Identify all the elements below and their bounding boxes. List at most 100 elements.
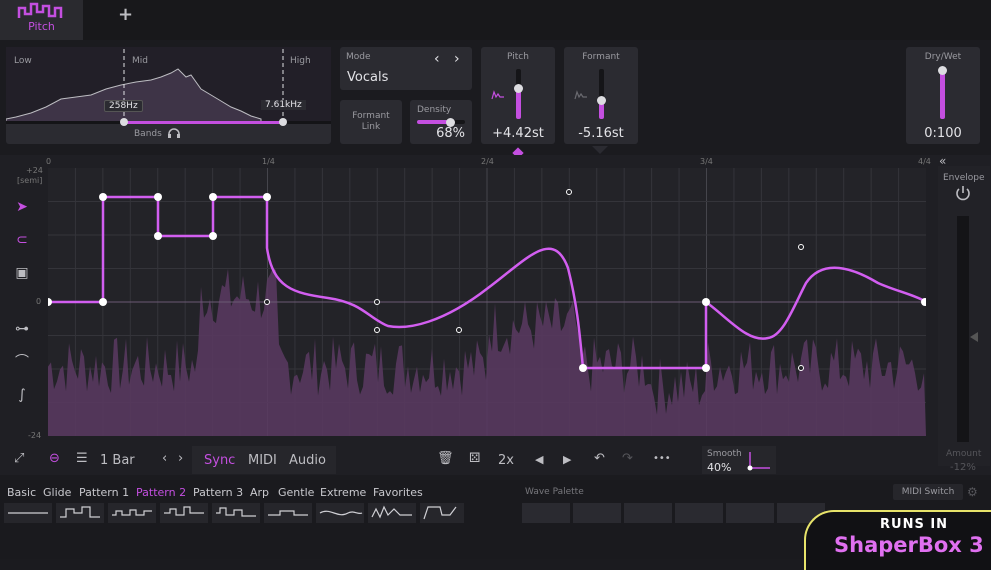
formant-caret-indicator <box>592 146 608 154</box>
s-curve-tool-icon[interactable]: ∫ <box>11 384 33 406</box>
curve-node[interactable] <box>99 298 107 306</box>
curve-node[interactable] <box>209 193 217 201</box>
formant-panel: Formant -5.16st <box>564 47 638 144</box>
amount-pointer-icon <box>970 332 978 342</box>
preset-category[interactable]: Arp <box>250 486 269 499</box>
pointer-tool-icon[interactable]: ➤ <box>11 196 33 218</box>
formant-shape-icon <box>574 90 587 100</box>
mode-panel: Mode Vocals ‹ › <box>340 47 472 90</box>
preset-thumb[interactable] <box>368 503 416 523</box>
preset-category[interactable]: Favorites <box>373 486 423 499</box>
curve-handle[interactable] <box>264 299 270 305</box>
envelope-label: Envelope <box>943 173 985 183</box>
shape-canvas[interactable] <box>48 168 926 436</box>
tab-pitch[interactable]: Pitch <box>0 0 83 40</box>
curve-handle[interactable] <box>798 244 804 250</box>
y-unit-label: [semi] <box>17 176 43 185</box>
pitch-slider-knob[interactable] <box>514 84 523 93</box>
shift-left-icon[interactable]: ◀ <box>535 453 543 466</box>
curve-node[interactable] <box>263 193 271 201</box>
add-tab-button[interactable]: + <box>118 4 133 25</box>
palette-slot[interactable] <box>573 503 621 523</box>
undo-icon[interactable]: ↶ <box>594 451 605 466</box>
curve-node[interactable] <box>154 193 162 201</box>
formant-link-button[interactable]: Formant Link <box>340 100 402 144</box>
curve-handle[interactable] <box>374 299 380 305</box>
envelope-power-icon[interactable] <box>954 184 972 202</box>
preset-category[interactable]: Glide <box>43 486 71 499</box>
high-freq-value[interactable]: 7.61kHz <box>261 100 306 110</box>
wave-palette-slots <box>522 503 825 523</box>
length-next-button[interactable]: › <box>178 451 183 466</box>
trash-icon[interactable]: 🗑 <box>437 451 454 466</box>
preset-category[interactable]: Pattern 3 <box>193 486 243 499</box>
formant-slider-knob[interactable] <box>597 96 606 105</box>
midi-switch-button[interactable]: MIDI Switch <box>893 484 963 500</box>
mode-value[interactable]: Vocals <box>347 70 388 85</box>
band-mid-label: Mid <box>132 56 148 66</box>
pitch-shape-icon <box>491 90 504 100</box>
curve-node[interactable] <box>154 232 162 240</box>
timeline-2: 2/4 <box>481 157 494 166</box>
mode-next-button[interactable]: › <box>454 51 460 67</box>
palette-slot[interactable] <box>726 503 774 523</box>
shift-right-icon[interactable]: ▶ <box>563 453 571 466</box>
palette-slot[interactable] <box>675 503 723 523</box>
magnet-tool-icon[interactable]: ⊂ <box>11 229 33 251</box>
palette-slot[interactable] <box>624 503 672 523</box>
headphones-icon[interactable] <box>168 128 180 139</box>
timeline-4: 4/4 <box>918 157 931 166</box>
dice-icon[interactable]: ⚄ <box>469 451 480 466</box>
curve-handle[interactable] <box>456 327 462 333</box>
curve-handle[interactable] <box>566 189 572 195</box>
smooth-label: Smooth <box>707 449 742 459</box>
curve-handle[interactable] <box>374 327 380 333</box>
fullscreen-icon[interactable]: ⤢ <box>14 451 24 466</box>
drywet-slider-knob[interactable] <box>938 66 947 75</box>
multiply-button[interactable]: 2x <box>498 453 514 468</box>
grid-settings-icon[interactable]: ☰ <box>76 451 88 466</box>
mode-prev-button[interactable]: ‹ <box>434 51 440 67</box>
preset-thumb[interactable] <box>264 503 312 523</box>
link-icon[interactable]: ⊖ <box>49 451 60 466</box>
length-value[interactable]: 1 Bar <box>100 453 135 468</box>
smooth-curve-icon <box>747 452 770 471</box>
sync-button[interactable]: Sync <box>204 453 235 468</box>
curve-node[interactable] <box>702 298 710 306</box>
curve-node[interactable] <box>702 364 710 372</box>
preset-category[interactable]: Basic <box>7 486 36 499</box>
curve-arch-tool-icon[interactable]: ⌒ <box>11 351 33 373</box>
y-zero-label: 0 <box>36 297 42 306</box>
density-panel: Density 68% <box>410 100 472 144</box>
preset-thumb[interactable] <box>108 503 156 523</box>
formant-label: Formant <box>582 52 620 62</box>
palette-slot[interactable] <box>522 503 570 523</box>
preset-category[interactable]: Pattern 1 <box>79 486 129 499</box>
low-freq-value[interactable]: 258Hz <box>104 100 143 112</box>
amount-label: Amount <box>946 449 982 459</box>
tab-pitch-label: Pitch <box>28 20 55 33</box>
preset-category[interactable]: Pattern 2 <box>136 486 186 499</box>
amount-value: -12% <box>950 462 976 473</box>
timeline-1: 1/4 <box>262 157 275 166</box>
preset-category[interactable]: Gentle <box>278 486 314 499</box>
curve-handle[interactable] <box>798 365 804 371</box>
pitch-wave-icon <box>17 2 63 18</box>
curve-node[interactable] <box>209 232 217 240</box>
settings-gear-icon[interactable]: ⚙ <box>967 485 978 499</box>
curve-node[interactable] <box>99 193 107 201</box>
band-low-label: Low <box>14 56 32 66</box>
line-point-tool-icon[interactable]: ⊶ <box>11 318 33 340</box>
timeline-0: 0 <box>46 157 52 166</box>
redo-icon[interactable]: ↷ <box>622 451 633 466</box>
pitch-label: Pitch <box>507 52 529 62</box>
preset-category[interactable]: Extreme <box>320 486 366 499</box>
density-slider[interactable] <box>417 120 465 124</box>
more-button[interactable]: ••• <box>653 453 671 464</box>
select-box-tool-icon[interactable]: ▣ <box>11 262 33 284</box>
audio-button[interactable]: Audio <box>289 453 326 468</box>
length-prev-button[interactable]: ‹ <box>162 451 167 466</box>
midi-button[interactable]: MIDI <box>248 453 277 468</box>
envelope-amount-slider[interactable] <box>957 216 969 442</box>
curve-node[interactable] <box>579 364 587 372</box>
